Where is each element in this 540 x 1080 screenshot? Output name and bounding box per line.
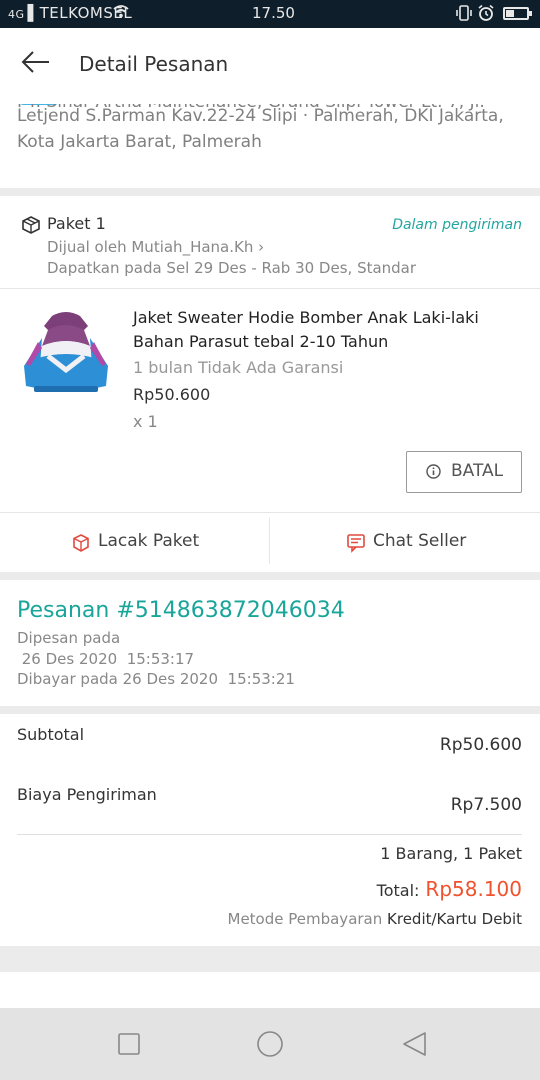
address-line-2: Kota Jakarta Barat, Palmerah — [17, 132, 262, 152]
total-value: Rp58.100 — [425, 877, 522, 901]
cancel-button[interactable]: BATAL — [406, 451, 522, 493]
package-track-icon — [73, 534, 89, 552]
info-circle-icon — [426, 464, 441, 479]
divider — [0, 288, 540, 289]
clock: 17.50 — [252, 4, 295, 22]
seller-link[interactable]: Dijual oleh Mutiah_Hana.Kh › — [47, 238, 264, 256]
signal-bars-icon: ▌ — [27, 4, 40, 22]
arrow-left-icon[interactable] — [19, 46, 51, 78]
address-line-1: Letjend S.Parman Kav.22-24 Slipi · Palme… — [17, 106, 504, 126]
shipping-value: Rp7.500 — [450, 795, 522, 815]
page-title: Detail Pesanan — [79, 52, 229, 76]
battery-icon — [503, 7, 532, 20]
order-info: Pesanan #514863872046034 Dipesan pada 26… — [0, 580, 540, 706]
paid-timestamp: Dibayar pada 26 Des 2020 15:53:21 — [17, 670, 295, 688]
signal-label: 4G — [8, 8, 25, 21]
order-number: Pesanan #514863872046034 — [17, 598, 345, 623]
shipping-label: Biaya Pengiriman — [17, 785, 157, 804]
subtotal-label: Subtotal — [17, 725, 85, 744]
shipping-address: PT. Sinar Artha Maintenance, Grand Slipi… — [0, 104, 540, 188]
track-package-label: Lacak Paket — [98, 531, 200, 551]
subtotal-value: Rp50.600 — [439, 735, 522, 755]
wifi-icon — [113, 5, 129, 18]
system-nav-bar — [0, 1008, 540, 1080]
total-row: Total: Rp58.100 — [377, 877, 522, 901]
vibrate-icon — [456, 5, 472, 21]
track-package-button[interactable]: Lacak Paket — [0, 513, 270, 572]
box-icon — [22, 216, 40, 234]
payment-method-label: Metode Pembayaran — [227, 910, 383, 928]
chat-seller-button[interactable]: Chat Seller — [270, 513, 540, 572]
ordered-label: Dipesan pada — [17, 629, 121, 647]
product-name[interactable]: Jaket Sweater Hodie Bomber Anak Laki-lak… — [133, 306, 513, 354]
recent-apps-icon[interactable] — [115, 1030, 143, 1058]
product-image[interactable] — [18, 306, 114, 402]
app-bar: Detail Pesanan — [0, 28, 540, 104]
payment-method-value: Kredit/Kartu Debit — [387, 910, 522, 928]
chat-seller-label: Chat Seller — [373, 531, 467, 551]
product-price: Rp50.600 — [133, 385, 211, 404]
content-bottom — [0, 972, 540, 1008]
package-label: Paket 1 — [47, 214, 106, 233]
delivery-estimate: Dapatkan pada Sel 29 Des - Rab 30 Des, S… — [47, 259, 417, 277]
alarm-icon — [478, 4, 494, 21]
status-bar: 4G ▌TELKOMSEL 17.50 — [0, 0, 540, 28]
payment-summary: Subtotal Rp50.600 Biaya Pengiriman Rp7.5… — [0, 714, 540, 946]
cancel-label: BATAL — [451, 461, 504, 481]
product-quantity: x 1 — [133, 412, 158, 431]
items-count: 1 Barang, 1 Paket — [380, 844, 522, 863]
ordered-timestamp: 26 Des 2020 15:53:17 — [17, 650, 195, 668]
divider — [17, 834, 522, 835]
chat-icon — [347, 534, 365, 553]
payment-method: Metode Pembayaran Kredit/Kartu Debit — [228, 910, 523, 928]
total-label: Total: — [376, 881, 420, 900]
product-warranty: 1 bulan Tidak Ada Garansi — [133, 358, 344, 377]
back-triangle-icon[interactable] — [400, 1030, 428, 1058]
home-icon[interactable] — [256, 1030, 284, 1058]
package-card: Paket 1 Dalam pengiriman Dijual oleh Mut… — [0, 196, 540, 572]
package-status: Dalam pengiriman — [392, 217, 522, 233]
